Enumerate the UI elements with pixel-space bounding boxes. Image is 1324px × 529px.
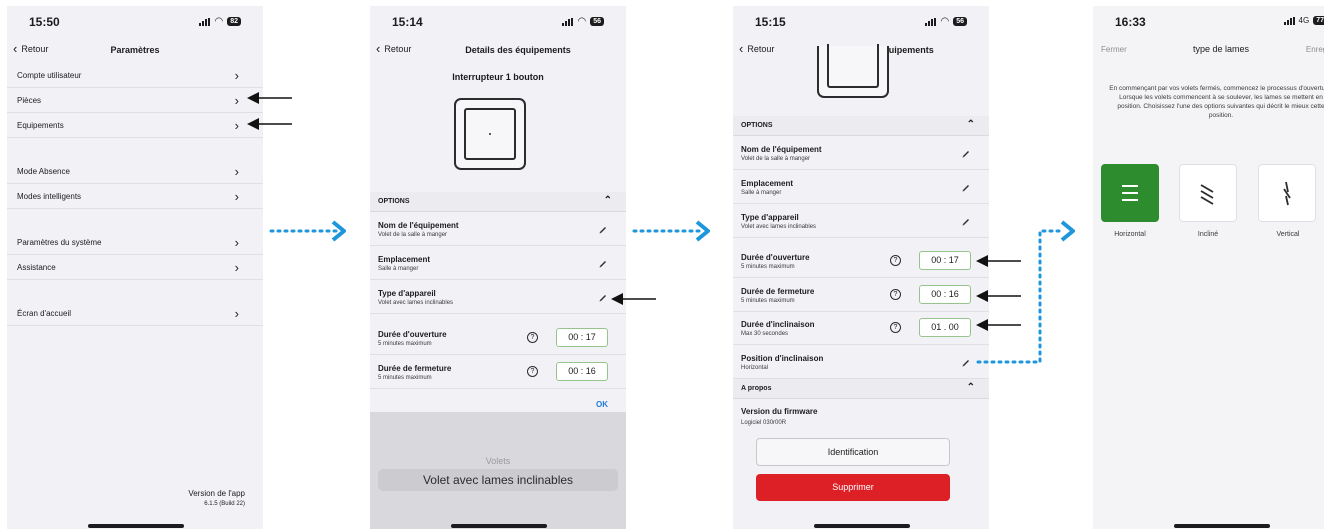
annotation-arrows [247,92,1075,364]
flow-arrow [1060,220,1075,242]
